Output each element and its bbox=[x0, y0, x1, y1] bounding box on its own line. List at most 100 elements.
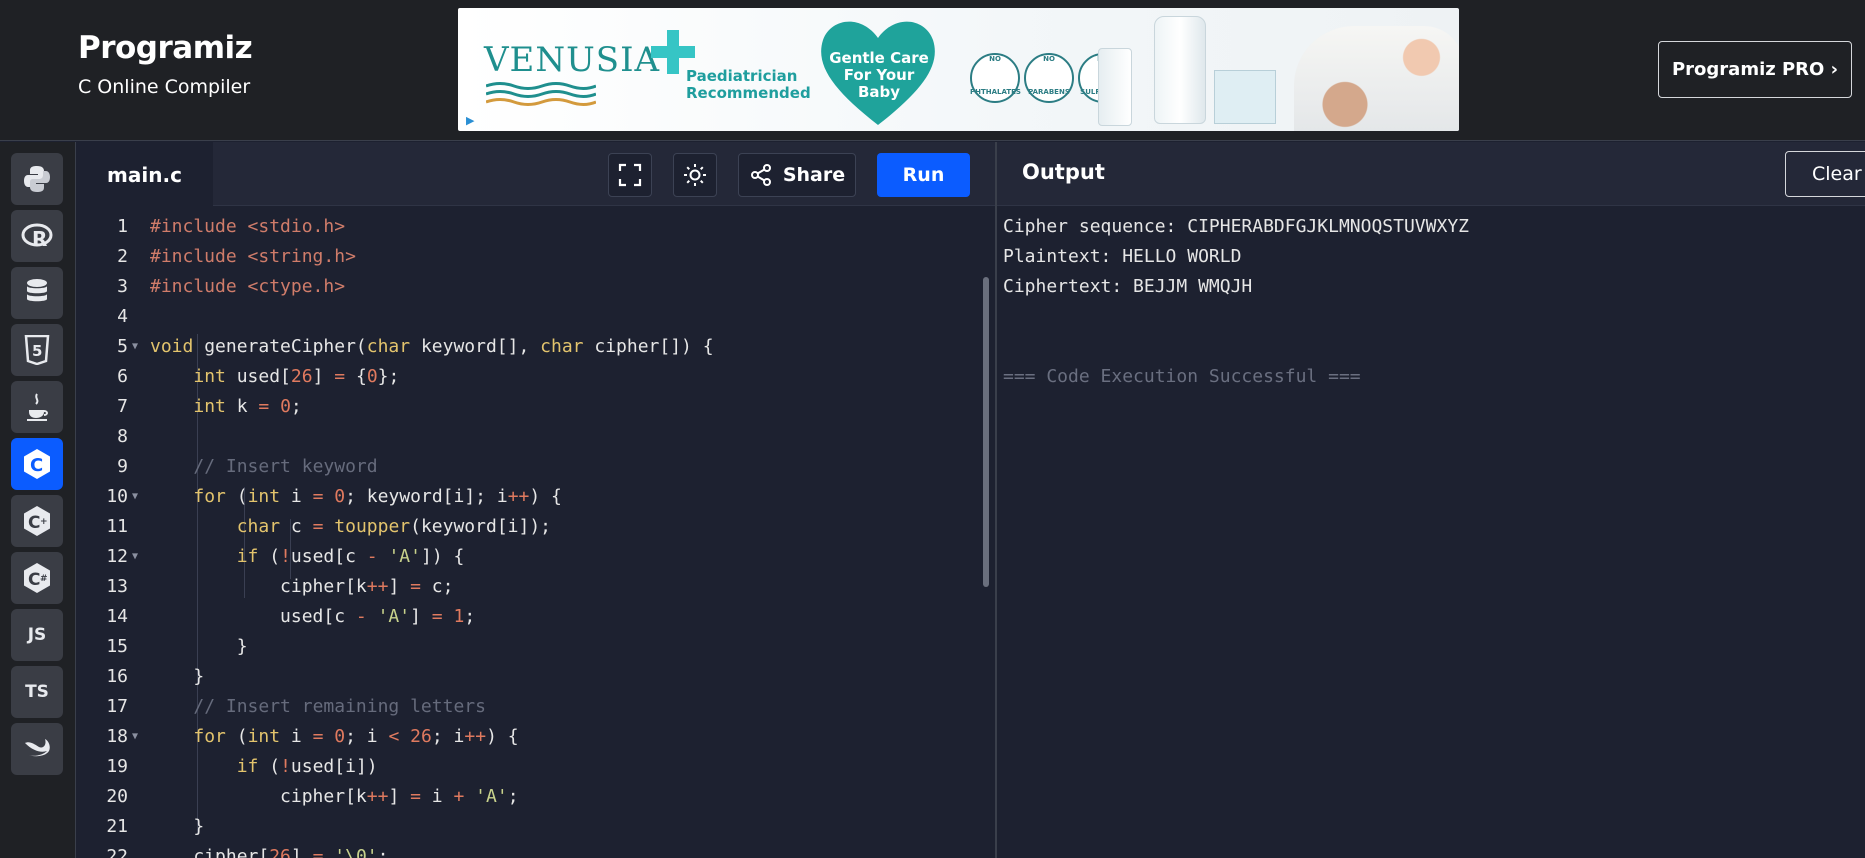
r-icon[interactable]: R bbox=[11, 210, 63, 262]
output-line: Plaintext: HELLO WORLD bbox=[1003, 246, 1242, 267]
line-number: 9 bbox=[117, 456, 128, 477]
fold-arrow-icon[interactable]: ▼ bbox=[132, 722, 138, 752]
ad-brand: VENUSIA bbox=[484, 40, 661, 80]
line-number: 5 bbox=[117, 336, 128, 357]
ad-heart-text: Gentle Care For Your Baby bbox=[823, 50, 935, 101]
adchoices-icon[interactable]: ▶ bbox=[466, 114, 480, 128]
line-number: 21 bbox=[106, 816, 128, 837]
ad-claim: Paediatrician Recommended bbox=[686, 68, 811, 102]
code-line: 14 used[c - 'A'] = 1; bbox=[76, 602, 976, 632]
line-number: 17 bbox=[106, 696, 128, 717]
badge-label-1: PHTHALATES bbox=[970, 88, 1021, 96]
share-button[interactable]: Share bbox=[738, 153, 856, 197]
file-tab-main[interactable]: main.c bbox=[76, 142, 213, 207]
sun-icon bbox=[684, 164, 706, 186]
mother-baby-image bbox=[1294, 26, 1459, 131]
output-line: Cipher sequence: CIPHERABDFGJKLMNOQSTUVW… bbox=[1003, 216, 1469, 237]
product-bottle-image bbox=[1154, 16, 1206, 124]
svg-text:C: C bbox=[30, 455, 43, 476]
fold-arrow-icon[interactable]: ▼ bbox=[132, 332, 138, 362]
code-line: 9 // Insert keyword bbox=[76, 452, 976, 482]
code-line: 8 bbox=[76, 422, 976, 452]
svg-text:C: C bbox=[28, 513, 40, 533]
output-panel: Output Clear Cipher sequence: CIPHERABDF… bbox=[997, 142, 1865, 858]
ad-banner[interactable]: VENUSIA Paediatrician Recommended Gentle… bbox=[458, 8, 1459, 131]
line-number: 15 bbox=[106, 636, 128, 657]
code-line: 16 } bbox=[76, 662, 976, 692]
ad-heart-line1: Gentle Care bbox=[829, 49, 929, 67]
line-number: 14 bbox=[106, 606, 128, 627]
line-number: 7 bbox=[117, 396, 128, 417]
cpp-icon[interactable]: C + bbox=[11, 495, 63, 547]
swift-icon[interactable] bbox=[11, 723, 63, 775]
code-line: 15 } bbox=[76, 632, 976, 662]
fullscreen-icon bbox=[618, 163, 642, 187]
line-number: 8 bbox=[117, 426, 128, 447]
code-line: 20 cipher[k++] = i + 'A'; bbox=[76, 782, 976, 812]
line-number: 18 bbox=[106, 726, 128, 747]
code-line: 19 if (!used[i]) bbox=[76, 752, 976, 782]
programiz-pro-button[interactable]: Programiz PRO › bbox=[1658, 41, 1852, 98]
code-line: 5 ▼ void generateCipher(char keyword[], ch… bbox=[76, 332, 976, 362]
java-icon[interactable] bbox=[11, 381, 63, 433]
share-icon bbox=[750, 164, 771, 186]
ad-claim-line1: Paediatrician bbox=[686, 67, 798, 85]
svg-text:#: # bbox=[40, 574, 48, 584]
code-line: 4 bbox=[76, 302, 976, 332]
line-number: 16 bbox=[106, 666, 128, 687]
code-line: 6 int used[26] = {0}; bbox=[76, 362, 976, 392]
editor-toolbar: main.c Share Run bbox=[76, 142, 995, 207]
code-line: 10 ▼ for (int i = 0; keyword[i]; i++) { bbox=[76, 482, 976, 512]
product-tube-image bbox=[1098, 48, 1132, 126]
code-line: 18 ▼ for (int i = 0; i < 26; i++) { bbox=[76, 722, 976, 752]
page-title: C Online Compiler bbox=[78, 76, 251, 98]
line-number: 6 bbox=[117, 366, 128, 387]
badge-prefix-2: NO bbox=[1043, 55, 1055, 63]
svg-text:+: + bbox=[40, 517, 48, 527]
line-number: 19 bbox=[106, 756, 128, 777]
javascript-icon[interactable]: JS bbox=[11, 609, 63, 661]
brand[interactable]: Programiz C Online Compiler bbox=[78, 30, 253, 98]
fullscreen-button[interactable] bbox=[608, 153, 652, 197]
top-header: Programiz C Online Compiler VENUSIA Paed… bbox=[0, 0, 1865, 141]
line-number: 22 bbox=[106, 846, 128, 858]
run-button[interactable]: Run bbox=[877, 153, 970, 197]
output-line: Ciphertext: BEJJM WMQJH bbox=[1003, 276, 1253, 297]
line-number: 20 bbox=[106, 786, 128, 807]
output-toolbar: Output Clear bbox=[997, 142, 1865, 206]
line-number: 2 bbox=[117, 246, 128, 267]
theme-toggle-button[interactable] bbox=[673, 153, 717, 197]
html5-icon[interactable]: 5 bbox=[11, 324, 63, 376]
typescript-icon[interactable]: TS bbox=[11, 666, 63, 718]
code-line: 3 #include <ctype.h> bbox=[76, 272, 976, 302]
ad-wave-icon bbox=[486, 82, 596, 106]
ad-heart-line3: Baby bbox=[857, 83, 901, 101]
code-line: 21 } bbox=[76, 812, 976, 842]
code-line: 1 #include <stdio.h> bbox=[76, 212, 976, 242]
code-line: 2 #include <string.h> bbox=[76, 242, 976, 272]
share-label: Share bbox=[782, 164, 846, 186]
line-number: 12 bbox=[106, 546, 128, 567]
code-line: 12 ▼ if (!used[c - 'A']) { bbox=[76, 542, 976, 572]
fold-arrow-icon[interactable]: ▼ bbox=[132, 542, 138, 572]
python-icon[interactable] bbox=[11, 153, 63, 205]
line-number: 4 bbox=[117, 306, 128, 327]
language-sidebar: R 5 C C + C # JS TS bbox=[0, 142, 76, 858]
line-number: 11 bbox=[106, 516, 128, 537]
code-editor-panel: main.c Share Run 1 #include <stdio.h> 2 #i… bbox=[76, 142, 995, 858]
editor-scrollbar[interactable] bbox=[983, 277, 989, 587]
code-line: 17 // Insert remaining letters bbox=[76, 692, 976, 722]
fold-arrow-icon[interactable]: ▼ bbox=[132, 482, 138, 512]
csharp-icon[interactable]: C # bbox=[11, 552, 63, 604]
c-language-icon[interactable]: C bbox=[11, 438, 63, 490]
line-number: 3 bbox=[117, 276, 128, 297]
svg-text:5: 5 bbox=[32, 342, 42, 360]
code-line: 13 cipher[k++] = c; bbox=[76, 572, 976, 602]
programiz-logo[interactable]: Programiz bbox=[78, 30, 253, 66]
output-title: Output bbox=[1022, 160, 1105, 184]
clear-button[interactable]: Clear bbox=[1785, 151, 1865, 197]
code-line: 7 int k = 0; bbox=[76, 392, 976, 422]
database-icon[interactable] bbox=[11, 267, 63, 319]
line-number: 1 bbox=[117, 216, 128, 237]
code-area[interactable]: 1 #include <stdio.h> 2 #include <string.h>… bbox=[76, 207, 995, 858]
